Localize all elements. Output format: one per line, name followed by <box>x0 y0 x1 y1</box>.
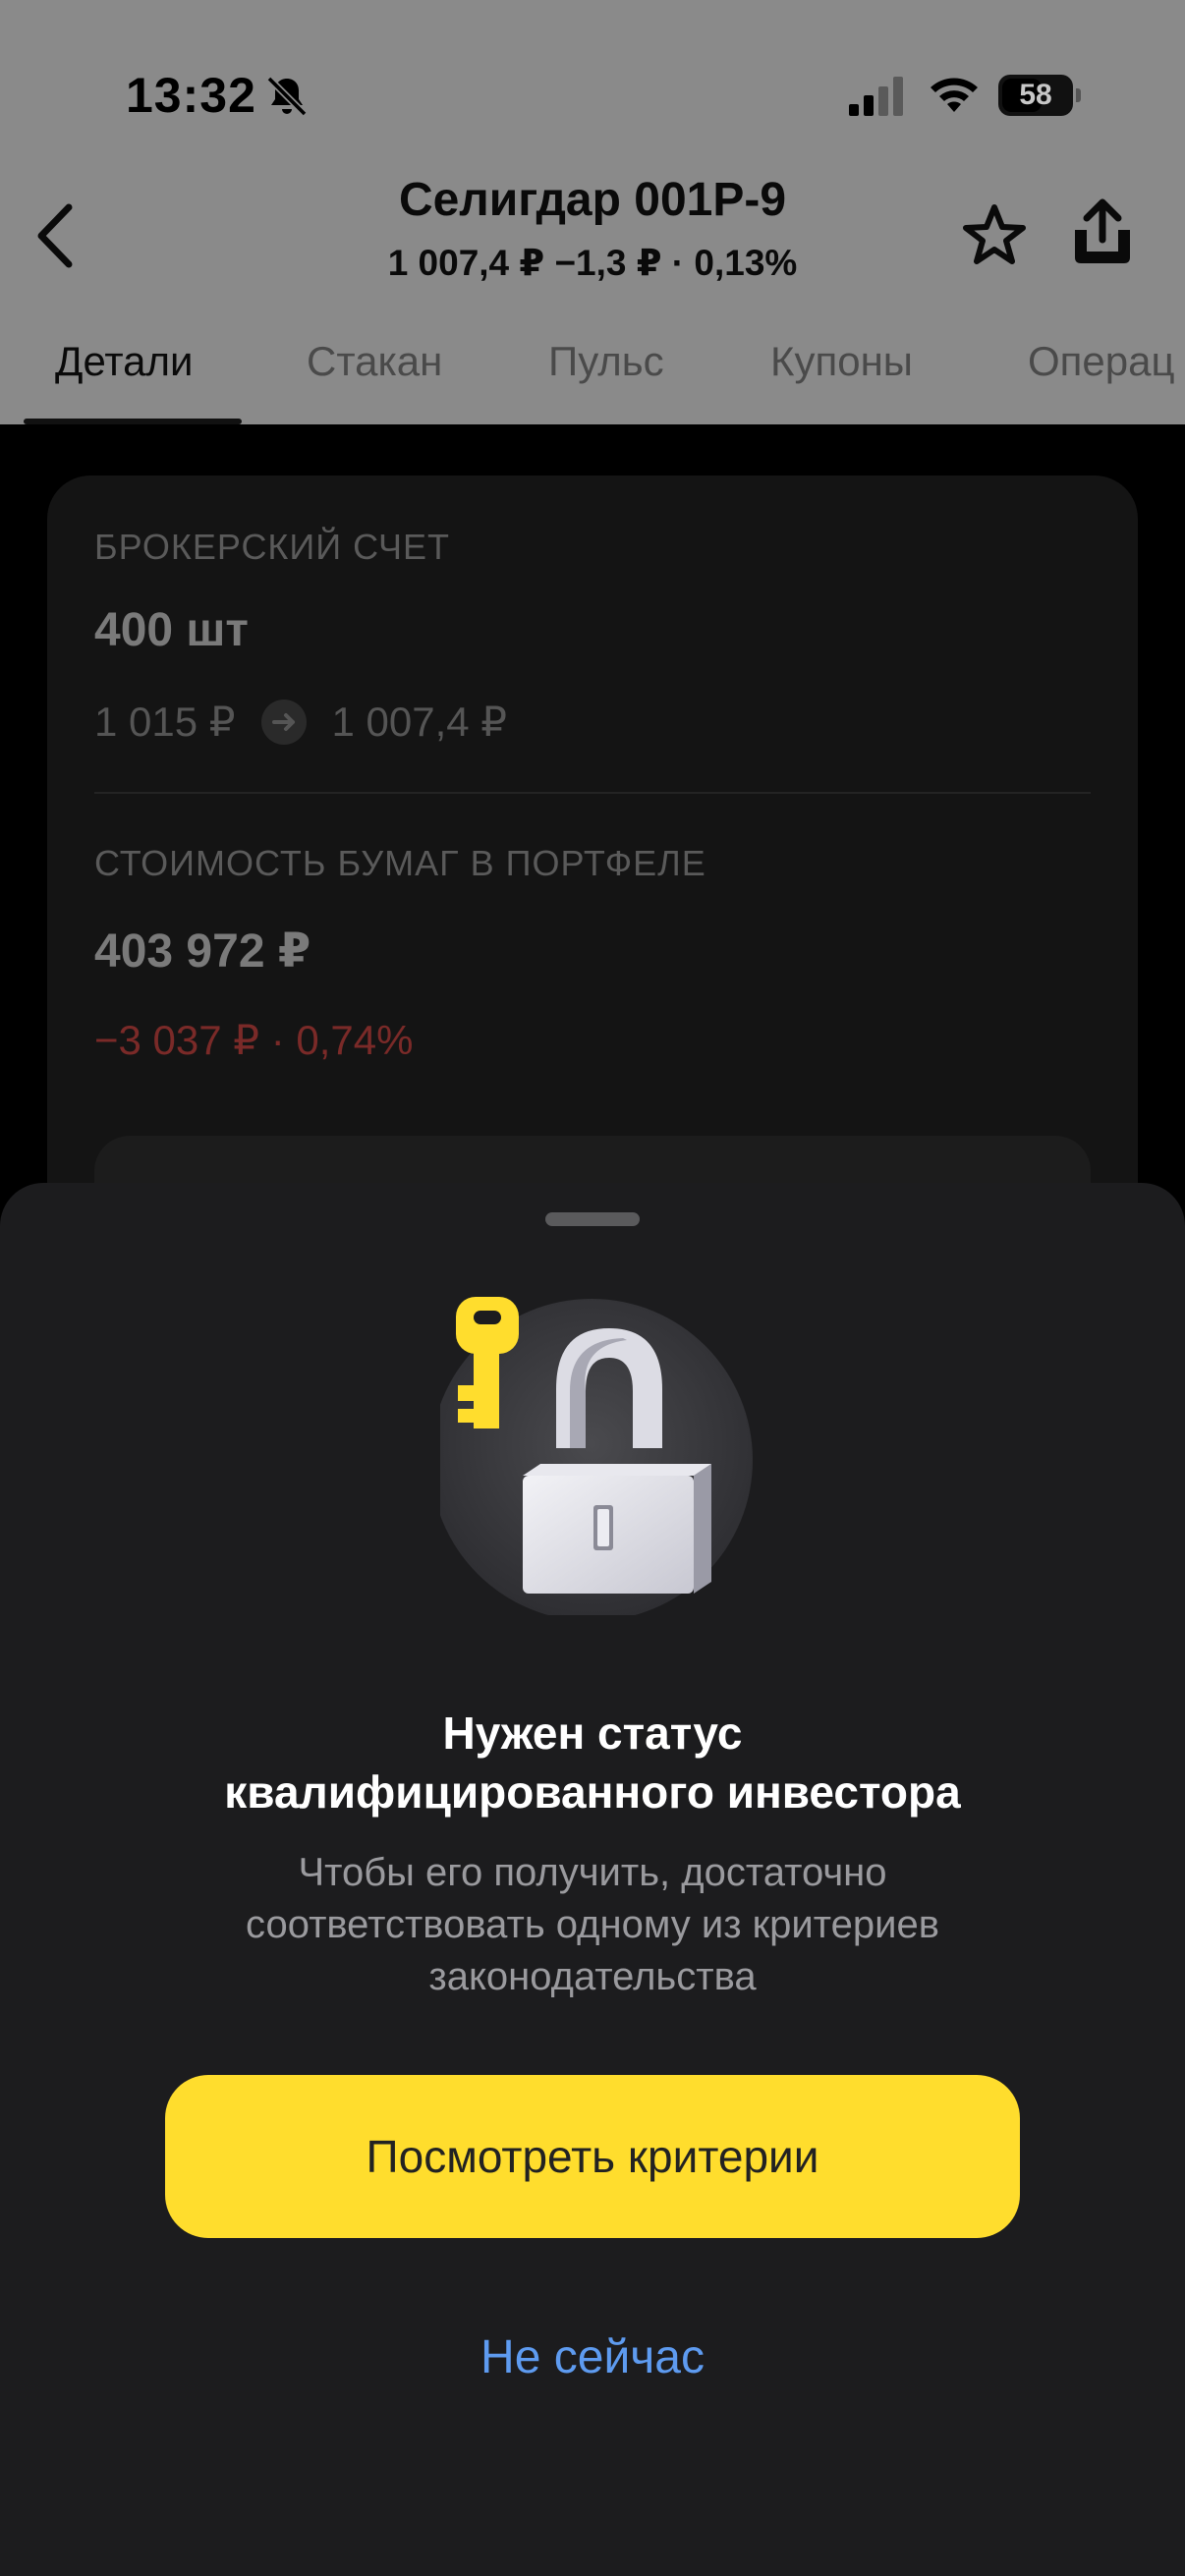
tab-pulse[interactable]: Пульс <box>548 338 664 385</box>
status-bar: 13:32 58 <box>0 0 1185 167</box>
battery-icon: 58 <box>998 75 1081 116</box>
wifi-icon <box>931 78 978 112</box>
status-time: 13:32 <box>126 68 256 123</box>
not-now-button[interactable]: Не сейчас <box>295 2313 890 2401</box>
sheet-grabber[interactable] <box>545 1212 640 1226</box>
signal-icon <box>849 77 903 116</box>
portfolio-change: −3 037 ₽ · 0,74% <box>94 1017 414 1063</box>
nav-bar: Селигдар 001Р-9 1 007,4 ₽ −1,3 ₽ · 0,13% <box>0 167 1185 305</box>
tab-operations[interactable]: Операц <box>1028 338 1175 385</box>
lock-illustration <box>440 1297 753 1615</box>
price-change-row: 1 015 ₽ 1 007,4 ₽ <box>94 698 507 746</box>
star-icon[interactable] <box>961 202 1028 269</box>
price-from: 1 015 ₽ <box>94 699 236 745</box>
share-icon[interactable] <box>1069 196 1136 267</box>
qualified-investor-sheet: Нужен статус квалифицированного инвестор… <box>0 1183 1185 2576</box>
account-label: БРОКЕРСКИЙ СЧЕТ <box>94 527 450 567</box>
tab-order-book[interactable]: Стакан <box>307 338 442 385</box>
sheet-title: Нужен статус квалифицированного инвестор… <box>79 1704 1106 1821</box>
tab-active-indicator <box>24 419 242 424</box>
tab-bar: Детали Стакан Пульс Купоны Операц <box>0 324 1185 424</box>
sheet-description-line: законодательства <box>428 1955 757 1998</box>
battery-level: 58 <box>1019 79 1052 111</box>
sheet-description: Чтобы его получить, достаточно соответст… <box>118 1847 1067 2003</box>
arrow-right-icon <box>260 699 307 745</box>
price-subtitle: 1 007,4 ₽ −1,3 ₽ · 0,13% <box>387 243 798 283</box>
price-to: 1 007,4 ₽ <box>331 699 508 745</box>
page-title: Селигдар 001Р-9 <box>398 174 787 226</box>
sheet-description-line: Чтобы его получить, достаточно <box>298 1851 887 1894</box>
bell-off-icon <box>266 76 308 117</box>
sheet-title-line: Нужен статус <box>442 1708 743 1759</box>
back-arrow-icon <box>37 203 73 268</box>
view-criteria-button[interactable]: Посмотреть критерии <box>165 2075 1020 2238</box>
portfolio-value: 403 972 ₽ <box>94 925 311 978</box>
tab-details[interactable]: Детали <box>55 338 194 385</box>
portfolio-value-label: СТОИМОСТЬ БУМАГ В ПОРТФЕЛЕ <box>94 843 706 883</box>
tab-coupons[interactable]: Купоны <box>770 338 913 385</box>
back-button[interactable] <box>26 196 85 275</box>
holding-card: БРОКЕРСКИЙ СЧЕТ 400 шт 1 015 ₽ 1 007,4 ₽… <box>47 476 1138 1332</box>
quantity-value: 400 шт <box>94 604 249 656</box>
sheet-title-line: квалифицированного инвестора <box>224 1766 961 1818</box>
battery-tip <box>1076 88 1081 102</box>
card-divider <box>94 792 1091 794</box>
top-area: 13:32 58 Селигдар 001Р-9 1 007,4 ₽ −1,3 … <box>0 0 1185 424</box>
sheet-description-line: соответствовать одному из критериев <box>246 1903 939 1946</box>
